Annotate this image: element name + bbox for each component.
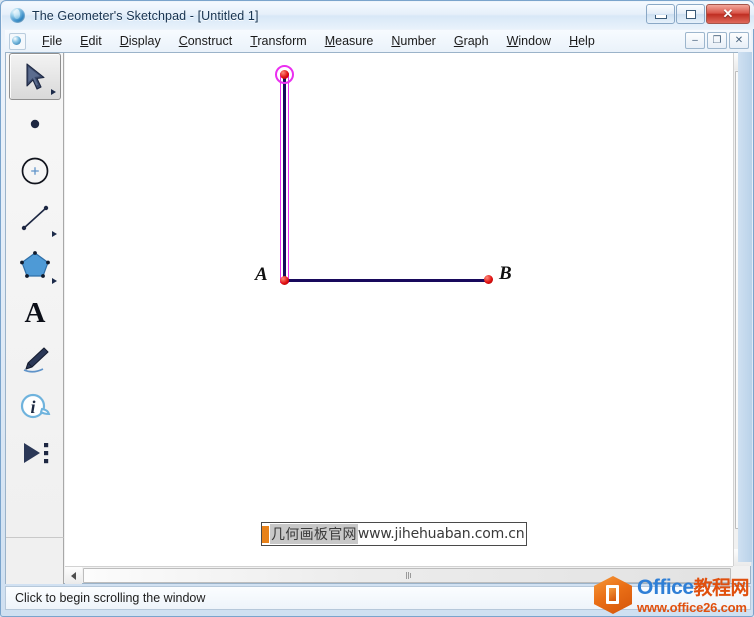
scrollbar-grip-icon <box>405 572 409 579</box>
watermark-textbox[interactable]: 几何画板官网 www.jihehuaban.com.cn <box>261 522 528 546</box>
menu-number[interactable]: Number <box>382 32 444 50</box>
tool-palette-footer <box>6 537 64 584</box>
document-restore-button[interactable]: ❐ <box>707 32 727 49</box>
status-message: Click to begin scrolling the window <box>15 591 206 605</box>
scroll-left-arrow-icon <box>71 571 76 580</box>
circle-compass-icon <box>21 157 48 184</box>
menu-measure[interactable]: Measure <box>316 32 383 50</box>
svg-text:i: i <box>30 397 35 417</box>
custom-tool[interactable] <box>9 429 61 476</box>
watermark-chinese-text: 几何画板官网 <box>270 524 358 544</box>
arrow-cursor-icon <box>25 62 45 90</box>
menu-file[interactable]: File <box>33 32 71 50</box>
close-button[interactable]: ✕ <box>706 4 750 24</box>
information-tool[interactable]: i <box>9 382 61 429</box>
straightedge-segment-tool[interactable] <box>9 194 61 241</box>
polygon-tool-flyout-arrow[interactable] <box>51 278 57 284</box>
point-b[interactable] <box>484 275 493 284</box>
point-a[interactable] <box>280 276 289 285</box>
marker-pen-tool[interactable] <box>9 335 61 382</box>
sketch-canvas[interactable]: A B 几何画板官网 www.jihehuaban.com.cn <box>65 53 733 566</box>
text-letter-a-icon: A <box>24 297 45 327</box>
window-right-rail <box>738 52 752 562</box>
line-segment-icon <box>21 205 48 230</box>
point-tool[interactable] <box>9 100 61 147</box>
arrow-tool-flyout-arrow[interactable] <box>50 89 56 95</box>
vertical-segment[interactable] <box>283 75 286 281</box>
point-dot-icon <box>30 119 39 128</box>
window-controls: ✕ <box>646 4 750 24</box>
polygon-tool[interactable] <box>9 241 61 288</box>
document-close-button[interactable]: ✕ <box>729 32 749 49</box>
horizontal-segment-ab[interactable] <box>283 279 489 282</box>
menu-construct[interactable]: Construct <box>170 32 242 50</box>
compass-circle-tool[interactable] <box>9 147 61 194</box>
custom-tool-play-icon <box>23 442 48 463</box>
info-balloon-icon: i <box>20 393 50 418</box>
text-tool[interactable]: A <box>9 288 61 335</box>
arrow-select-tool[interactable] <box>8 53 61 100</box>
menu-help[interactable]: Help <box>560 32 604 50</box>
menu-graph[interactable]: Graph <box>445 32 498 50</box>
document-window-controls: – ❐ ✕ <box>685 32 749 49</box>
pentagon-polygon-icon <box>19 250 50 278</box>
marker-pen-icon <box>23 346 49 373</box>
menu-window[interactable]: Window <box>498 32 560 50</box>
straightedge-tool-flyout-arrow[interactable] <box>51 231 57 237</box>
window-title: The Geometer's Sketchpad - [Untitled 1] <box>32 8 259 23</box>
label-point-b[interactable]: B <box>499 263 512 285</box>
maximize-button[interactable] <box>676 4 705 24</box>
menu-edit[interactable]: Edit <box>71 32 111 50</box>
menu-transform[interactable]: Transform <box>241 32 316 50</box>
minimize-button[interactable] <box>646 4 675 24</box>
document-frame: A i A B 几何画板官网 www.jihehuaban.com.cn <box>5 52 751 584</box>
status-bar: Click to begin scrolling the window <box>5 586 751 610</box>
document-globe-icon[interactable] <box>9 32 26 50</box>
menu-display[interactable]: Display <box>111 32 170 50</box>
tool-palette: A i <box>6 53 64 537</box>
point-top[interactable] <box>280 70 289 79</box>
watermark-accent-bar <box>262 525 269 543</box>
scrollbar-corner <box>733 566 750 583</box>
watermark-url-text: www.jihehuaban.com.cn <box>357 526 525 542</box>
svg-text:A: A <box>24 297 45 327</box>
application-window: The Geometer's Sketchpad - [Untitled 1] … <box>0 0 754 617</box>
title-bar: The Geometer's Sketchpad - [Untitled 1] … <box>2 2 754 29</box>
horizontal-scrollbar[interactable] <box>65 566 733 584</box>
horizontal-scrollbar-thumb[interactable] <box>83 568 731 583</box>
menu-bar: File Edit Display Construct Transform Me… <box>5 30 751 52</box>
scroll-left-button[interactable] <box>65 567 82 584</box>
sketchpad-globe-icon <box>9 7 26 24</box>
document-minimize-button[interactable]: – <box>685 32 705 49</box>
label-point-a[interactable]: A <box>255 264 268 286</box>
